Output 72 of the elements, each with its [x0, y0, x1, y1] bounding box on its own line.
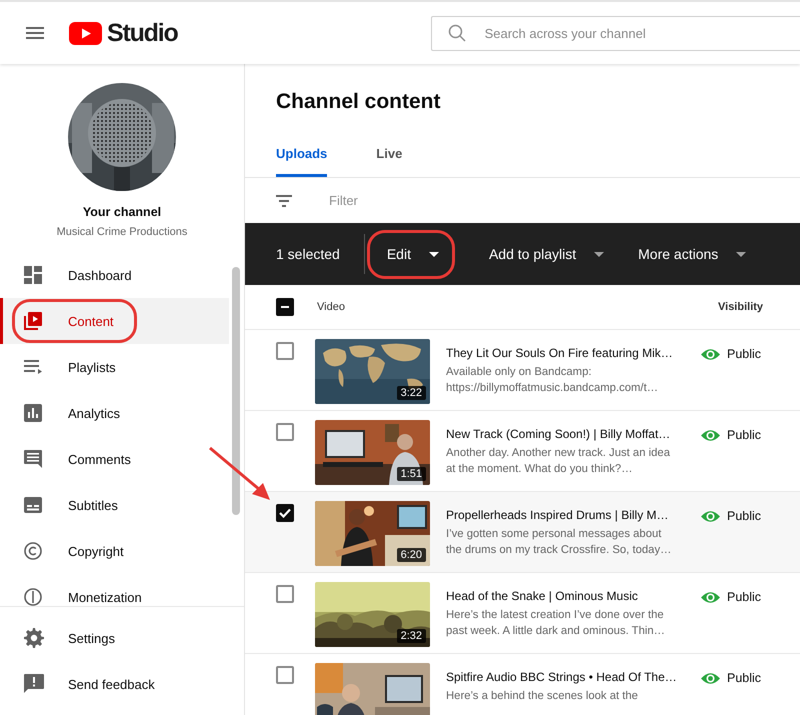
- eye-icon: [701, 348, 720, 360]
- feedback-icon: [24, 674, 44, 694]
- eye-icon: [701, 510, 720, 522]
- video-description: Another day. Another new track. Just an idea at the moment. What do you think?…: [446, 446, 671, 477]
- visibility-label: Public: [727, 428, 762, 442]
- check-icon: [279, 508, 291, 518]
- video-description: I’ve gotten some personal messages about the drums on my track Crossfire. So, today…: [446, 527, 672, 558]
- channel-subtitle: Musical Crime Productions: [56, 226, 188, 238]
- duration-label: 6:20: [396, 548, 426, 562]
- checkbox[interactable]: [276, 585, 294, 603]
- settings-icon: [24, 628, 44, 648]
- visibility-label: Public: [727, 509, 762, 523]
- scrollbar-thumb[interactable]: [232, 267, 240, 515]
- dashboard-icon: [24, 266, 42, 284]
- action-dropdown[interactable]: Edit: [366, 230, 455, 278]
- video-stack-icon: [24, 312, 42, 330]
- dash-icon: [281, 306, 289, 308]
- filter-icon: [276, 194, 292, 206]
- visibility-label: Public: [727, 347, 762, 361]
- action-dropdown[interactable]: Add to playlist: [478, 234, 614, 274]
- visibility-label: Public: [727, 590, 762, 604]
- column-header: Video: [317, 301, 346, 313]
- checkbox[interactable]: [276, 666, 294, 684]
- duration-label: 3:22: [396, 386, 426, 400]
- subtitles-icon: [24, 496, 42, 514]
- sidebar-item[interactable]: Dashboard: [0, 252, 229, 298]
- video-description: Available only on Bandcamp: https://billymoffatmusic.bandcamp.com/t…: [446, 365, 660, 396]
- checkbox[interactable]: [276, 423, 294, 441]
- tab[interactable]: Uploads: [276, 140, 328, 177]
- video-description: Here’s the latest creation I’ve done over the past week. A little dark and ominous. Thin…: [446, 608, 666, 639]
- sidebar-item[interactable]: Settings: [0, 615, 229, 661]
- sidebar-item[interactable]: Copyright: [0, 528, 229, 574]
- copyright-icon: [24, 542, 42, 560]
- caret-icon: [736, 252, 746, 256]
- tab[interactable]: Live: [376, 140, 402, 177]
- search-field[interactable]: Search across your channel: [430, 16, 800, 50]
- video-title[interactable]: Spitfire Audio BBC Strings • Head Of The…: [446, 670, 696, 684]
- video-description: Here’s a behind the scenes look at the: [446, 689, 639, 704]
- logo-text: Studio: [107, 18, 178, 48]
- caret-icon: [594, 252, 604, 256]
- checkbox[interactable]: [276, 504, 294, 522]
- page-title: Channel content: [275, 89, 442, 115]
- caret-icon: [428, 252, 439, 256]
- bar-chart-icon: [24, 404, 42, 422]
- eye-icon: [701, 428, 720, 442]
- list-icon: [24, 358, 42, 376]
- search-icon: [448, 24, 466, 42]
- menu-icon: [26, 27, 44, 39]
- video-title[interactable]: Head of the Snake | Ominous Music: [446, 589, 696, 603]
- checkbox[interactable]: [276, 342, 294, 360]
- sidebar-item[interactable]: Playlists: [0, 344, 229, 390]
- column-header: Visibility: [718, 301, 764, 313]
- video-title[interactable]: They Lit Our Souls On Fire featuring Mik…: [446, 346, 696, 360]
- play-logo-icon: [69, 22, 102, 44]
- video-title[interactable]: Propellerheads Inspired Drums | Billy M…: [446, 508, 696, 522]
- eye-icon: [701, 672, 720, 684]
- eye-icon: [701, 590, 720, 604]
- sidebar-item[interactable]: Content: [0, 298, 229, 344]
- sidebar-item[interactable]: Comments: [0, 436, 229, 482]
- checkbox[interactable]: [276, 298, 294, 316]
- comment-icon: [24, 450, 42, 468]
- selection-count: 1 selected: [276, 246, 340, 262]
- sidebar-item[interactable]: Send feedback: [0, 661, 229, 707]
- sidebar-item[interactable]: Analytics: [0, 390, 229, 436]
- duration-label: 1:51: [396, 467, 426, 481]
- sidebar-item[interactable]: Monetization: [0, 574, 229, 606]
- duration-label: 2:32: [396, 629, 426, 643]
- visibility-label: Public: [727, 671, 762, 685]
- action-dropdown[interactable]: More actions: [628, 234, 756, 274]
- channel-name: Your channel: [82, 205, 162, 219]
- sidebar-item[interactable]: Subtitles: [0, 482, 229, 528]
- video-title[interactable]: New Track (Coming Soon!) | Billy Moffat…: [446, 427, 696, 441]
